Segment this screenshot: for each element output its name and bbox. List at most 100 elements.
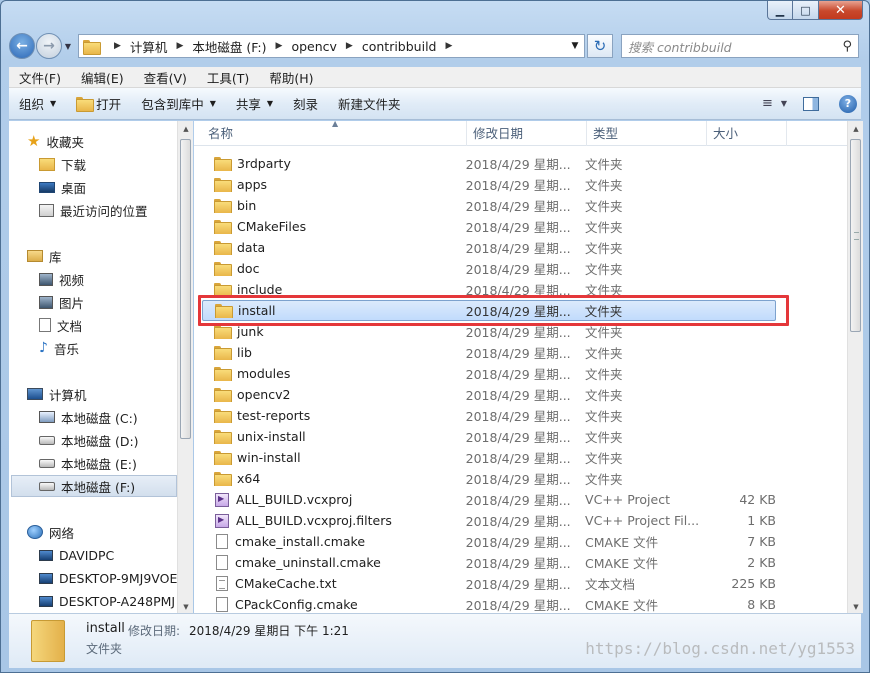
folder-icon [214,262,232,276]
file-icon [216,534,228,549]
recent-pages-dropdown[interactable]: ▼ [62,42,74,51]
chevron-right-icon[interactable]: ▶ [276,41,283,51]
table-row[interactable]: cmake_uninstall.cmake 2018/4/29 星期... CMAK… [202,552,776,573]
table-row[interactable]: ALL_BUILD.vcxproj.filters 2018/4/29 星期...… [202,510,776,531]
table-row[interactable]: 3rdparty 2018/4/29 星期... 文件夹 [202,153,776,174]
nav-item-drive-d[interactable]: 本地磁盘 (D:) [39,429,139,451]
address-bar[interactable]: ▶ 计算机 ▶ 本地磁盘 (F:) ▶ opencv ▶ contribbuil… [78,34,585,58]
table-row[interactable]: unix-install 2018/4/29 星期... 文件夹 [202,426,776,447]
nav-item-recent-places[interactable]: 最近访问的位置 [39,199,148,221]
cell-name: bin [202,198,466,213]
table-row[interactable]: apps 2018/4/29 星期... 文件夹 [202,174,776,195]
cell-type: 文件夹 [585,157,623,172]
include-label: 包含到库中 [141,97,204,112]
nav-item-desktop[interactable]: 桌面 [39,176,86,198]
preview-pane-icon[interactable] [803,96,819,111]
table-row[interactable]: CPackConfig.cmake 2018/4/29 星期... CMAKE 文件… [202,594,776,613]
file-icon [216,555,228,570]
search-box[interactable]: 搜索 contribbuild ⚲ [621,34,859,58]
table-row[interactable]: CMakeFiles 2018/4/29 星期... 文件夹 [202,216,776,237]
share-button[interactable]: 共享 ▼ [236,94,273,113]
include-in-library-button[interactable]: 包含到库中 ▼ [141,94,216,113]
nav-libraries[interactable]: 库 [27,245,62,267]
maximize-button[interactable]: □ [793,1,819,20]
table-row[interactable]: ALL_BUILD.vcxproj 2018/4/29 星期... VC++ Pro… [202,489,776,510]
nav-network[interactable]: 网络 [27,521,74,543]
cell-date: 2018/4/29 星期... [465,514,571,529]
scroll-thumb[interactable] [180,139,191,439]
chevron-right-icon[interactable]: ▶ [445,41,452,51]
breadcrumb-computer[interactable]: 计算机 [130,37,168,56]
chevron-right-icon[interactable]: ▶ [346,41,353,51]
nav-item-desktop-a248pmj[interactable]: DESKTOP-A248PMJ [39,590,175,612]
nav-item-davidpc[interactable]: DAVIDPC [39,544,114,566]
navigation-scrollbar[interactable]: ▲ ▼ [177,121,193,613]
search-icon[interactable]: ⚲ [842,39,852,54]
breadcrumb-contribbuild[interactable]: contribbuild [362,39,437,54]
scroll-up-icon[interactable]: ▲ [848,125,864,133]
nav-item-videos[interactable]: 视频 [39,268,84,290]
table-row[interactable]: modules 2018/4/29 星期... 文件夹 [202,363,776,384]
nav-item-desktop-9mj9voe[interactable]: DESKTOP-9MJ9VOE [39,567,177,589]
menu-help[interactable]: 帮助(H) [259,68,323,87]
folder-icon [214,346,232,360]
scroll-down-icon[interactable]: ▼ [178,603,194,611]
table-row[interactable]: win-install 2018/4/29 星期... 文件夹 [202,447,776,468]
close-button[interactable]: ✕ [819,1,863,20]
cell-size: 8 KB [747,597,776,612]
file-name: ALL_BUILD.vcxproj.filters [236,513,392,528]
menu-view[interactable]: 查看(V) [134,68,197,87]
scroll-thumb[interactable] [850,139,861,332]
table-row[interactable]: doc 2018/4/29 星期... 文件夹 [202,258,776,279]
menu-file[interactable]: 文件(F) [9,68,71,87]
nav-item-music[interactable]: ♪ 音乐 [39,337,79,359]
column-size[interactable]: 大小 [707,121,787,146]
table-row[interactable]: x64 2018/4/29 星期... 文件夹 [202,468,776,489]
column-type[interactable]: 类型 [587,121,707,146]
table-row[interactable]: test-reports 2018/4/29 星期... 文件夹 [202,405,776,426]
nav-item-drive-c[interactable]: 本地磁盘 (C:) [39,406,138,428]
cell-name: data [202,240,466,255]
column-date[interactable]: 修改日期 [467,121,587,146]
nav-item-pictures[interactable]: 图片 [39,291,84,313]
file-list-scrollbar[interactable]: ▲ ▼ [847,121,863,613]
table-row[interactable]: cmake_install.cmake 2018/4/29 星期... CMAKE … [202,531,776,552]
text-file-icon [216,576,228,591]
cell-size: 1 KB [747,513,776,528]
help-icon[interactable]: ? [839,94,857,113]
nav-item-documents[interactable]: 文档 [39,314,82,336]
table-row[interactable]: bin 2018/4/29 星期... 文件夹 [202,195,776,216]
table-row[interactable]: opencv2 2018/4/29 星期... 文件夹 [202,384,776,405]
burn-button[interactable]: 刻录 [293,94,318,113]
nav-item-downloads[interactable]: 下载 [39,153,86,175]
cell-date: 2018/4/29 星期... [465,577,571,592]
open-button[interactable]: 打开 [76,94,121,113]
nav-computer[interactable]: 计算机 [27,383,87,405]
chevron-right-icon[interactable]: ▶ [114,41,121,51]
organize-button[interactable]: 组织 ▼ [19,94,56,113]
cell-date: 2018/4/29 星期... [465,451,571,466]
grip-icon [854,232,859,240]
nav-item-drive-e[interactable]: 本地磁盘 (E:) [39,452,137,474]
scroll-down-icon[interactable]: ▼ [848,603,864,611]
table-row[interactable]: data 2018/4/29 星期... 文件夹 [202,237,776,258]
scroll-up-icon[interactable]: ▲ [178,125,194,133]
video-icon [39,272,53,286]
forward-button[interactable]: → [36,33,62,59]
back-button[interactable]: ← [9,33,35,59]
menu-edit[interactable]: 编辑(E) [71,68,134,87]
nav-item-drive-f[interactable]: 本地磁盘 (F:) [11,475,177,497]
minimize-button[interactable]: ▁ [767,1,793,20]
refresh-button[interactable]: ↻ [587,34,613,58]
address-dropdown-icon[interactable]: ▼ [566,41,584,51]
search-input[interactable]: 搜索 contribbuild [628,37,732,56]
nav-favorites[interactable]: ★ 收藏夹 [27,130,84,152]
breadcrumb-drive-f[interactable]: 本地磁盘 (F:) [192,37,266,56]
table-row[interactable]: CMakeCache.txt 2018/4/29 星期... 文本文档 225 KB [202,573,776,594]
chevron-right-icon[interactable]: ▶ [176,41,183,51]
change-view-button[interactable]: ≡ ▼ [762,96,787,111]
new-folder-button[interactable]: 新建文件夹 [338,94,401,113]
table-row[interactable]: lib 2018/4/29 星期... 文件夹 [202,342,776,363]
menu-tools[interactable]: 工具(T) [197,68,259,87]
breadcrumb-opencv[interactable]: opencv [291,39,336,54]
